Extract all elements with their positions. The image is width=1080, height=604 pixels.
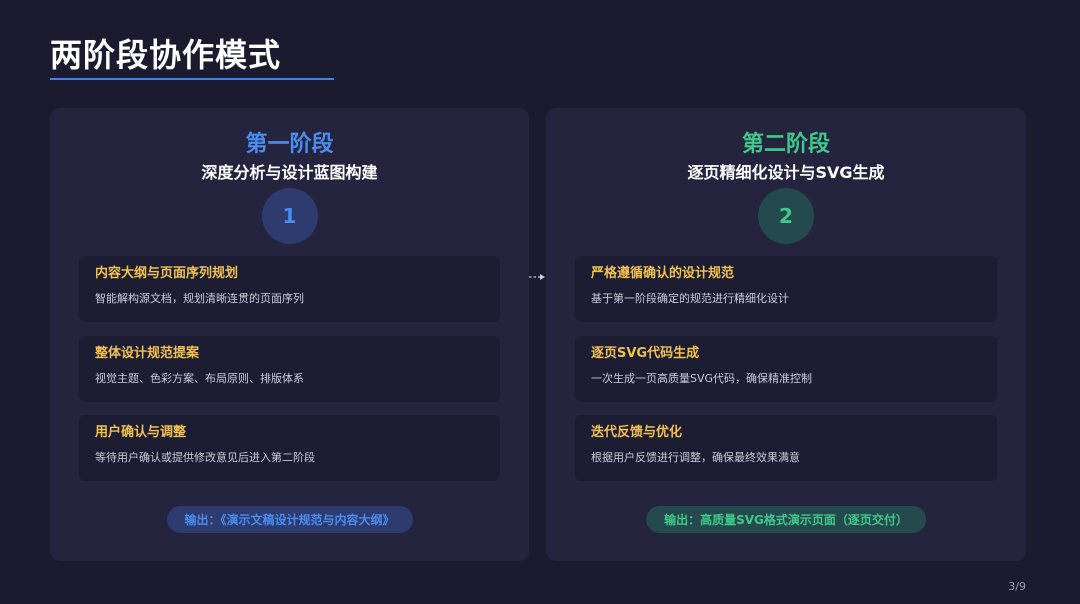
step-description: 智能解构源文档，规划清晰连贯的页面序列 [95,292,304,305]
phase-1-output-badge: 输出：《演示文稿设计规范与内容大纲》 [166,506,413,533]
step-title: 用户确认与调整 [95,425,187,440]
phase-2-step-2: 逐页SVG代码生成 一次生成一页高质量SVG代码，确保精准控制 [575,336,997,402]
title-underline [50,78,334,80]
step-title: 逐页SVG代码生成 [591,346,700,361]
step-title: 整体设计规范提案 [95,346,200,361]
phase-1-subtitle: 深度分析与设计蓝图构建 [201,163,378,182]
step-description: 基于第一阶段确定的规范进行精细化设计 [591,292,789,305]
phase-2-name: 第二阶段 [741,132,830,157]
phase-1-name: 第一阶段 [245,132,334,157]
step-title: 内容大纲与页面序列规划 [95,266,239,281]
step-description: 一次生成一页高质量SVG代码，确保精准控制 [591,372,813,385]
page-number: 3/9 [1008,580,1026,593]
phase-1-panel: 第一阶段 深度分析与设计蓝图构建 1 内容大纲与页面序列规划 智能解构源文档，规… [50,108,529,561]
page-title: 两阶段协作模式 [50,36,282,74]
phase-2-step-1: 严格遵循确认的设计规范 基于第一阶段确定的规范进行精细化设计 [575,256,997,322]
step-title: 迭代反馈与优化 [591,425,683,440]
phase-2-output-badge: 输出：高质量SVG格式演示页面（逐页交付） [646,506,926,533]
step-description: 等待用户确认或提供修改意见后进入第二阶段 [95,451,315,464]
phase-1-step-3: 用户确认与调整 等待用户确认或提供修改意见后进入第二阶段 [79,415,500,481]
phase-1-step-1: 内容大纲与页面序列规划 智能解构源文档，规划清晰连贯的页面序列 [79,256,500,322]
phase-1-number-badge: 1 [261,188,318,244]
step-title: 严格遵循确认的设计规范 [591,266,735,281]
step-description: 根据用户反馈进行调整，确保最终效果满意 [591,451,800,464]
phase-2-panel: 第二阶段 逐页精细化设计与SVG生成 2 严格遵循确认的设计规范 基于第一阶段确… [546,108,1026,561]
phase-2-subtitle: 逐页精细化设计与SVG生成 [687,163,885,182]
phase-1-step-2: 整体设计规范提案 视觉主题、色彩方案、布局原则、排版体系 [79,336,500,402]
phase-2-step-3: 迭代反馈与优化 根据用户反馈进行调整，确保最终效果满意 [575,415,997,481]
phase-2-number-badge: 2 [758,188,814,244]
dashed-arrow-right-icon [529,274,545,280]
step-description: 视觉主题、色彩方案、布局原则、排版体系 [95,372,304,385]
